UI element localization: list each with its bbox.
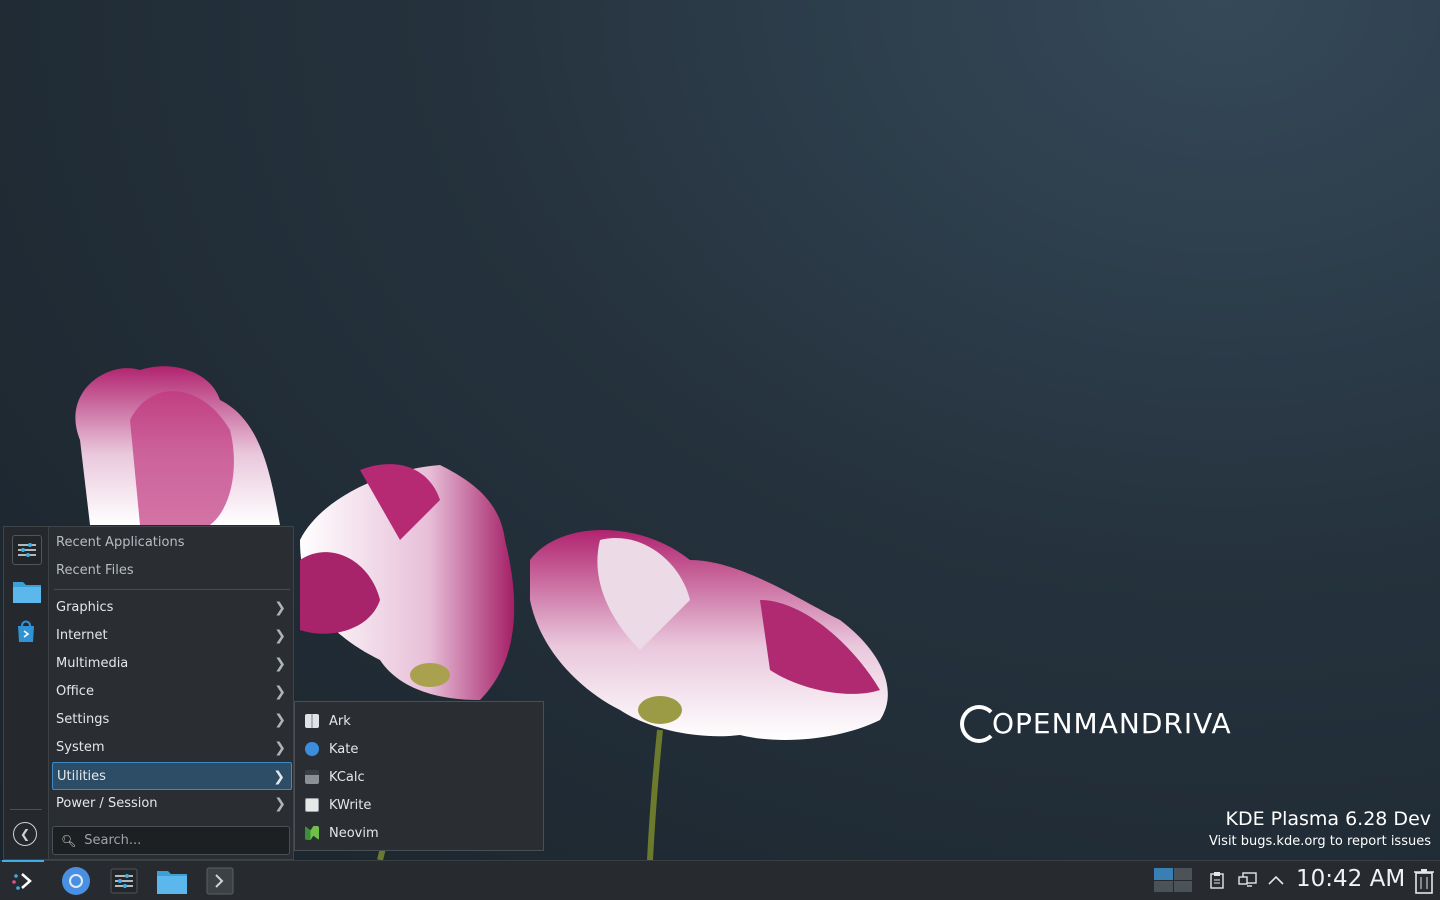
category-recent-applications[interactable]: Recent Applications [52, 529, 292, 557]
app-item-kate[interactable]: Kate [295, 735, 543, 763]
kate-icon [305, 742, 319, 756]
category-power-session[interactable]: Power / Session ❯ [52, 790, 292, 818]
app-item-kwrite[interactable]: KWrite [295, 791, 543, 819]
app-item-ark[interactable]: Ark [295, 707, 543, 735]
browser-taskbar-button[interactable] [59, 865, 93, 897]
category-label: Multimedia [56, 656, 129, 671]
system-settings-icon[interactable] [12, 535, 42, 565]
category-utilities[interactable]: Utilities ❯ [52, 762, 292, 790]
category-label: Office [56, 684, 94, 699]
category-label: Internet [56, 628, 108, 643]
desktop-3[interactable] [1154, 880, 1173, 892]
leave-button[interactable]: ❮ [13, 822, 37, 846]
app-item-kcalc[interactable]: KCalc [295, 763, 543, 791]
category-multimedia[interactable]: Multimedia ❯ [52, 650, 292, 678]
file-manager-icon[interactable] [12, 577, 41, 605]
category-label: Power / Session [56, 796, 158, 811]
app-label: Kate [329, 741, 359, 757]
category-label: Settings [56, 712, 110, 727]
plasma-watermark: KDE Plasma 6.28 Dev Visit bugs.kde.org t… [1209, 808, 1431, 849]
search-input[interactable]: 🔍︎ Search... [52, 826, 290, 855]
chevron-right-icon: ❯ [274, 740, 286, 756]
folder-icon [157, 871, 187, 894]
category-system[interactable]: System ❯ [52, 734, 292, 762]
category-settings[interactable]: Settings ❯ [52, 706, 292, 734]
neovim-icon [305, 826, 319, 840]
favorites-separator [10, 809, 42, 810]
chevron-up-icon[interactable] [1267, 871, 1285, 893]
category-label: Utilities [57, 769, 106, 784]
chevron-right-icon: ❯ [274, 600, 286, 616]
launcher-icon [12, 873, 32, 890]
launcher-active-indicator [2, 860, 44, 862]
favorites-column: ❮ [4, 527, 49, 859]
desktop-1[interactable] [1154, 868, 1173, 880]
watermark-subtitle: Visit bugs.kde.org to report issues [1208, 834, 1431, 849]
category-label: Recent Files [56, 563, 134, 578]
clipboard-icon[interactable] [1209, 871, 1225, 893]
virtual-desktop-pager[interactable] [1154, 868, 1192, 892]
category-graphics[interactable]: Graphics ❯ [52, 594, 292, 622]
category-internet[interactable]: Internet ❯ [52, 622, 292, 650]
utilities-submenu: Ark Kate KCalc KWrite Neovim [294, 701, 544, 851]
chevron-right-icon: ❯ [273, 769, 285, 785]
discover-store-icon[interactable] [12, 617, 40, 645]
terminal-icon [206, 867, 234, 895]
kcalc-icon [305, 770, 319, 784]
category-office[interactable]: Office ❯ [52, 678, 292, 706]
chevron-right-icon: ❯ [274, 656, 286, 672]
openmandriva-logo: OpenMandriva [960, 704, 1232, 743]
search-icon: 🔍︎ [61, 833, 77, 848]
chevron-left-icon: ❮ [19, 827, 31, 841]
category-separator [54, 589, 290, 590]
taskbar-panel: 10:42 AM [0, 860, 1440, 900]
category-label: System [56, 740, 105, 755]
app-label: Ark [329, 713, 351, 729]
desktop-2[interactable] [1173, 868, 1192, 880]
trash-icon[interactable] [1413, 868, 1435, 898]
application-launcher-button[interactable] [6, 865, 40, 897]
terminal-taskbar-button[interactable] [203, 865, 237, 897]
network-icon[interactable] [1238, 871, 1258, 893]
application-launcher-menu: ❮ Recent Applications Recent Files Graph… [3, 526, 294, 860]
settings-taskbar-button[interactable] [107, 865, 141, 897]
app-label: KCalc [329, 769, 365, 785]
logo-text: OpenMandriva [992, 706, 1232, 740]
chevron-right-icon: ❯ [274, 712, 286, 728]
file-manager-taskbar-button[interactable] [155, 865, 189, 897]
logo-mark [960, 705, 998, 743]
digital-clock[interactable]: 10:42 AM [1296, 866, 1405, 892]
app-label: KWrite [329, 797, 372, 813]
category-recent-files[interactable]: Recent Files [52, 557, 292, 585]
chevron-right-icon: ❯ [274, 684, 286, 700]
ark-icon [305, 714, 319, 728]
app-item-neovim[interactable]: Neovim [295, 819, 543, 847]
category-label: Recent Applications [56, 535, 185, 550]
desktop-4[interactable] [1173, 880, 1192, 892]
category-list: Recent Applications Recent Files Graphic… [52, 529, 292, 818]
kwrite-icon [305, 798, 319, 812]
category-label: Graphics [56, 600, 114, 615]
browser-icon [62, 867, 90, 895]
search-placeholder: Search... [84, 833, 142, 848]
chevron-right-icon: ❯ [274, 796, 286, 812]
system-settings-icon [110, 868, 138, 894]
chevron-right-icon: ❯ [274, 628, 286, 644]
app-label: Neovim [329, 825, 379, 841]
watermark-title: KDE Plasma 6.28 Dev [1225, 808, 1431, 830]
